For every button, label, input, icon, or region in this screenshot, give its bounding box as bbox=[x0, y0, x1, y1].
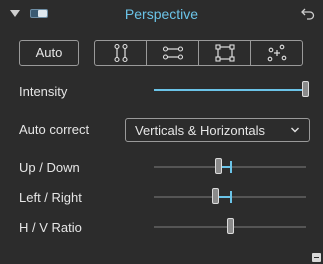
slider-fill bbox=[154, 89, 306, 91]
minimize-button[interactable] bbox=[312, 253, 321, 262]
panel-title: Perspective bbox=[124, 6, 199, 22]
auto-correct-value: Verticals & Horizontals bbox=[135, 123, 266, 138]
horizontal-lines-button[interactable] bbox=[146, 41, 198, 65]
slider-thumb[interactable] bbox=[302, 81, 309, 97]
slider-thumb[interactable] bbox=[215, 158, 222, 174]
auto-correct-dropdown[interactable]: Verticals & Horizontals bbox=[125, 118, 310, 142]
auto-button[interactable]: Auto bbox=[19, 40, 79, 66]
perspective-mode-group bbox=[94, 40, 303, 66]
panel-header: Perspective bbox=[0, 0, 323, 30]
slider-default-marker bbox=[230, 161, 232, 173]
up-down-slider[interactable] bbox=[154, 158, 306, 174]
left-right-label: Left / Right bbox=[19, 190, 82, 205]
four-points-button[interactable] bbox=[250, 41, 302, 65]
slider-thumb[interactable] bbox=[212, 188, 219, 204]
four-points-icon bbox=[267, 44, 286, 62]
up-down-label: Up / Down bbox=[19, 160, 80, 175]
undo-icon[interactable] bbox=[301, 6, 315, 20]
hv-ratio-label: H / V Ratio bbox=[19, 220, 82, 235]
vertical-lines-icon bbox=[113, 43, 128, 63]
intensity-slider[interactable] bbox=[154, 81, 309, 97]
chevron-down-icon bbox=[291, 127, 299, 133]
rectangle-corners-icon bbox=[214, 44, 235, 62]
perspective-panel: Perspective Auto Intensity Auto correct … bbox=[0, 0, 323, 264]
left-right-slider[interactable] bbox=[154, 188, 306, 204]
auto-correct-label: Auto correct bbox=[19, 122, 90, 137]
horizontal-lines-icon bbox=[162, 46, 183, 60]
intensity-label: Intensity bbox=[19, 84, 68, 99]
slider-thumb[interactable] bbox=[227, 218, 234, 234]
hv-ratio-slider[interactable] bbox=[154, 218, 306, 234]
rectangle-button[interactable] bbox=[198, 41, 250, 65]
slider-default-marker bbox=[230, 191, 232, 203]
vertical-lines-button[interactable] bbox=[95, 41, 146, 65]
